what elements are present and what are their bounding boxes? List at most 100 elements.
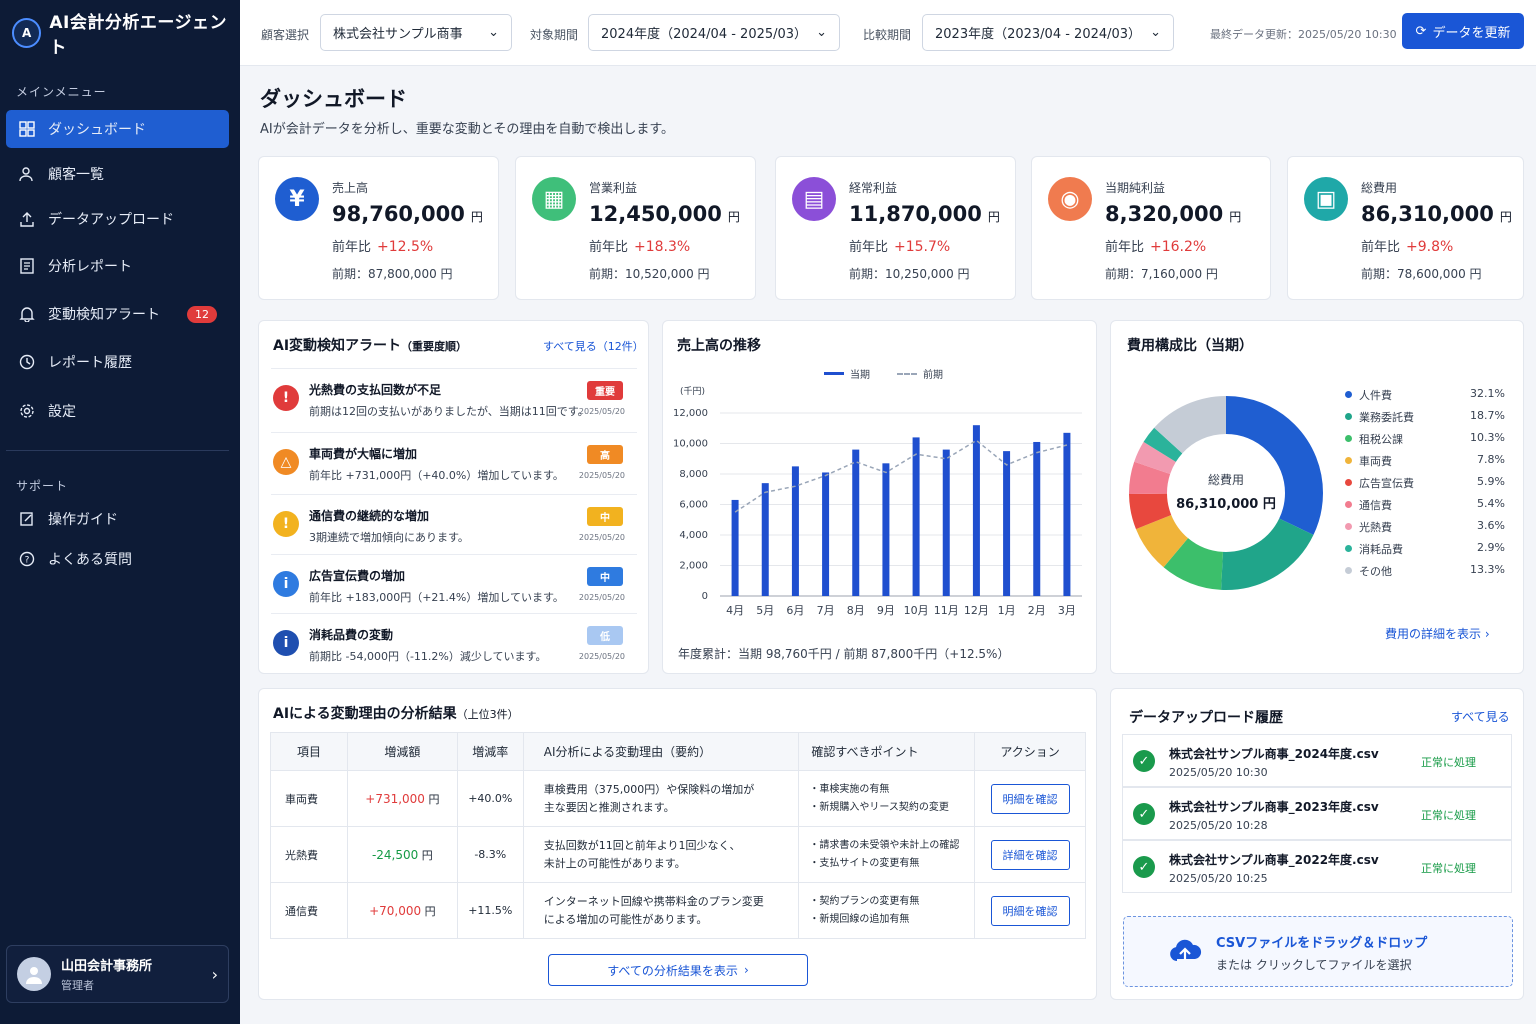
sidebar-item-clients[interactable]: 顧客一覧 [6, 155, 229, 193]
kpi-previous: 前期：78,600,000 円 [1361, 267, 1482, 281]
kpi-yoy-label: 前年比 [1361, 240, 1401, 255]
sidebar-item-upload[interactable]: データアップロード [6, 200, 229, 238]
period-select-value: 2024年度（2024/04 - 2025/03） [601, 27, 808, 42]
alert-description: 前期は12回の支払いがありましたが、当期は11回です。 [309, 405, 589, 418]
analysis-title-sub: （上位3件） [456, 708, 519, 721]
reason-line: 支払回数が11回と前年より1回少なく、 [543, 838, 741, 852]
refresh-data-button[interactable]: ⟳ データを更新 [1402, 13, 1524, 49]
alert-item[interactable]: ! 通信費の継続的な増加 3期連続で増加傾向にあります。 中 2025/05/2… [271, 494, 637, 554]
amount-cell: +70,000 円 [346, 882, 458, 939]
alert-date: 2025/05/20 [578, 652, 625, 661]
check-icon: ✓ [1133, 750, 1155, 772]
client-select[interactable]: 株式会社サンプル商事 ⌄ [320, 14, 512, 51]
kpi-value: 98,760,000 円 [332, 202, 483, 226]
table-row: 車両費 +731,000 円 +40.0% 車検費用（375,000円）や保険料… [270, 770, 1086, 827]
sidebar-item-guide[interactable]: 操作ガイド [6, 500, 229, 538]
sidebar-item-label: 顧客一覧 [48, 167, 104, 183]
sidebar-item-faq[interactable]: ? よくある質問 [6, 540, 229, 578]
upload-status: 正常に処理 [1421, 809, 1476, 822]
amount-unit: 円 [421, 848, 433, 862]
analysis-title: AIによる変動理由の分析結果（上位3件） [273, 703, 519, 723]
sidebar-item-reports[interactable]: 分析レポート [6, 247, 229, 285]
alert-title: 広告宣伝費の増加 [309, 569, 406, 583]
alert-item[interactable]: i 広告宣伝費の増加 前年比 +183,000円（+21.4%）増加しています。… [271, 554, 637, 614]
upload-view-all-link[interactable]: すべて見る [1451, 708, 1510, 725]
app-logo[interactable]: A AI会計分析エージェント [12, 13, 240, 58]
legend-label: 光熱費 [1359, 521, 1392, 534]
support-heading: サポート [16, 479, 69, 493]
column-header: 増減率 [456, 732, 524, 771]
alert-description: 前期比 -54,000円（-11.2%）減少しています。 [309, 650, 547, 663]
kpi-yoy: 前年比 +16.2% [1105, 236, 1206, 255]
legend-item: 人件費 32.1% [1345, 386, 1505, 404]
sales-chart-title: 売上高の推移 [677, 338, 761, 354]
alert-item[interactable]: ! 光熱費の支払回数が不足 前期は12回の支払いがありましたが、当期は11回です… [271, 368, 637, 428]
legend-label: 広告宣伝費 [1359, 477, 1414, 490]
y-tick-label: 2,000 [679, 561, 708, 572]
kpi-yoy-label: 前年比 [589, 240, 629, 255]
x-tick-label: 1月 [998, 604, 1016, 617]
upload-history-item[interactable]: ✓ 株式会社サンプル商事_2022年度.csv 2025/05/20 10:25… [1122, 840, 1512, 893]
upload-history-item[interactable]: ✓ 株式会社サンプル商事_2024年度.csv 2025/05/20 10:30… [1122, 734, 1512, 787]
upload-icon [18, 210, 36, 228]
reason-cell: 支払回数が11回と前年より1回少なく、 未計上の可能性があります。 [522, 826, 800, 883]
alert-item[interactable]: i 消耗品費の変動 前期比 -54,000円（-11.2%）減少しています。 低… [271, 613, 637, 673]
user-account-card[interactable]: 山田会計事務所 管理者 › [6, 945, 229, 1003]
kpi-value: 11,870,000 円 [849, 202, 1000, 226]
legend-percent: 10.3% [1470, 431, 1505, 444]
compare-period-select[interactable]: 2023年度（2023/04 - 2024/03） ⌄ [922, 14, 1174, 51]
period-select[interactable]: 2024年度（2024/04 - 2025/03） ⌄ [588, 14, 840, 51]
legend-item: 業務委託費 18.7% [1345, 408, 1505, 426]
check-point-line: ・支払サイトの変更有無 [809, 857, 920, 869]
y-tick-label: 0 [702, 591, 708, 602]
show-all-results-button[interactable]: すべての分析結果を表示 › [548, 954, 808, 986]
refresh-icon: ⟳ [1415, 23, 1427, 39]
action-cell: 明細を確認 [974, 770, 1086, 827]
rate-cell: +40.0% [456, 770, 524, 827]
cost-detail-link[interactable]: 費用の詳細を表示 › [1385, 625, 1490, 642]
column-header: AI分析による変動理由（要約） [522, 732, 800, 771]
kpi-title: 売上高 [332, 181, 369, 195]
alert-item[interactable]: △ 車両費が大幅に増加 前年比 +731,000円（+40.0%）増加しています… [271, 432, 637, 492]
info-icon: i [273, 630, 299, 656]
sidebar-item-settings[interactable]: 設定 [6, 392, 229, 430]
legend-label: 人件費 [1359, 389, 1392, 402]
alert-title: 車両費が大幅に増加 [309, 447, 418, 461]
bar-current [852, 449, 860, 596]
kpi-yoy-label: 前年比 [332, 240, 372, 255]
legend-label: 業務委託費 [1359, 411, 1414, 424]
chevron-right-icon: › [1484, 627, 1490, 641]
kpi-yoy-value: +9.8% [1406, 239, 1454, 255]
compare-select-label: 比較期間 [863, 28, 912, 42]
view-details-button[interactable]: 詳細を確認 [990, 839, 1070, 870]
legend-item: 通信費 5.4% [1345, 496, 1505, 514]
sidebar-item-history[interactable]: レポート履歴 [6, 343, 229, 381]
alerts-view-all-link[interactable]: すべて見る（12件） [543, 338, 644, 354]
alert-description: 前年比 +183,000円（+21.4%）増加しています。 [309, 591, 564, 604]
csv-dropzone[interactable]: CSVファイルをドラッグ＆ドロップ または クリックしてファイルを選択 [1123, 916, 1513, 987]
amount-value: +70,000 [369, 903, 422, 918]
history-icon [18, 353, 36, 371]
kpi-yoy: 前年比 +9.8% [1361, 236, 1453, 255]
kpi-card-sales: ¥ 売上高 98,760,000 円 前年比 +12.5% 前期：87,800,00… [258, 156, 499, 300]
amount-unit: 円 [424, 904, 436, 918]
bar-current [822, 472, 830, 596]
kpi-value-number: 86,310,000 [1361, 202, 1494, 226]
upload-history-item[interactable]: ✓ 株式会社サンプル商事_2023年度.csv 2025/05/20 10:28… [1122, 787, 1512, 840]
guide-icon [18, 510, 36, 528]
x-tick-label: 5月 [756, 604, 774, 617]
legend-swatch [1345, 501, 1352, 508]
sidebar-item-alerts[interactable]: 変動検知アラート 12 [6, 295, 229, 333]
sidebar-divider [6, 450, 229, 451]
sidebar-item-dashboard[interactable]: ダッシュボード [6, 110, 229, 148]
y-tick-label: 4,000 [679, 530, 708, 541]
view-details-button[interactable]: 明細を確認 [990, 895, 1070, 926]
reason-line: 主な要因と推測されます。 [543, 800, 675, 814]
kpi-unit: 円 [987, 210, 1000, 224]
report-icon [18, 257, 36, 275]
sidebar-item-label: よくある質問 [48, 552, 132, 568]
alerts-card: AI変動検知アラート（重要度順） すべて見る（12件） ! 光熱費の支払回数が不… [258, 320, 649, 674]
chevron-down-icon: ⌄ [488, 25, 499, 40]
view-details-button[interactable]: 明細を確認 [990, 783, 1070, 814]
kpi-title: 総費用 [1361, 181, 1398, 195]
